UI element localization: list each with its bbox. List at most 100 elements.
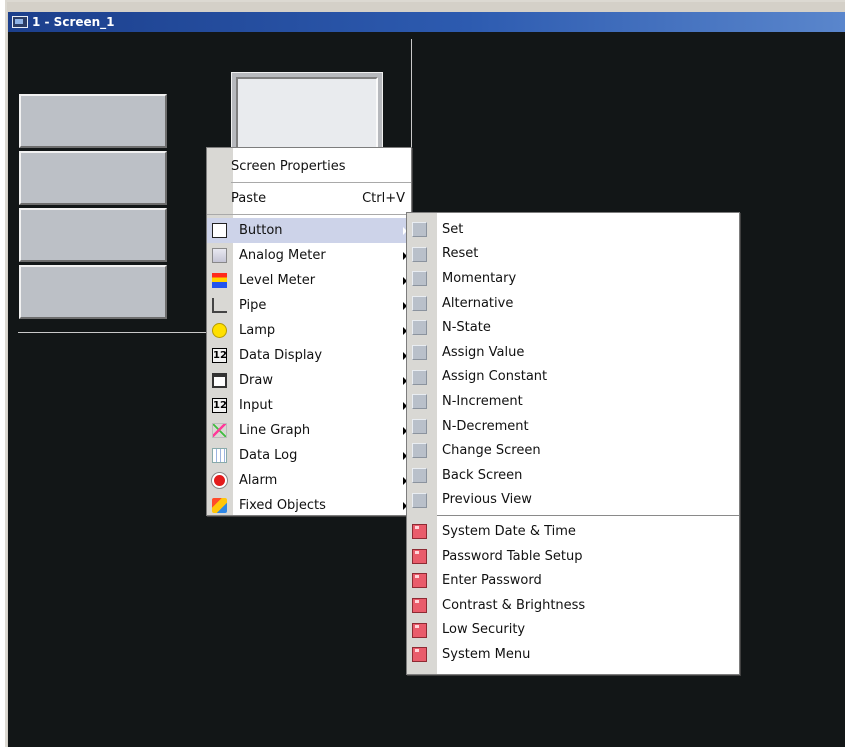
system-button-icon [412, 524, 427, 540]
button-icon [212, 223, 227, 238]
submenu-item-n-state[interactable]: N-State [407, 315, 739, 340]
menu-item-button[interactable]: Button [207, 218, 411, 243]
menu-item-label: Analog Meter [239, 248, 326, 263]
line-graph-icon [212, 423, 227, 438]
menu-item-data-display[interactable]: 12 Data Display [207, 343, 411, 368]
lamp-icon [212, 323, 227, 338]
button-object-icon [412, 418, 427, 434]
menu-item-label: Alternative [442, 295, 514, 311]
menu-item-label: Set [442, 221, 464, 237]
menu-item-label: Assign Constant [442, 369, 548, 385]
menu-item-label: Line Graph [239, 423, 311, 438]
submenu-item-low-security[interactable]: Low Security [407, 618, 739, 643]
submenu-item-n-increment[interactable]: N-Increment [407, 389, 739, 414]
menu-item-label: Change Screen [442, 443, 541, 459]
pipe-icon [212, 298, 227, 313]
system-button-icon [412, 573, 427, 589]
menu-item-draw[interactable]: Draw [207, 368, 411, 393]
menu-item-label: Lamp [239, 323, 276, 338]
menu-item-lamp[interactable]: Lamp [207, 318, 411, 343]
menu-item-label: System Date & Time [442, 523, 576, 539]
draw-icon [212, 373, 227, 388]
menu-item-level-meter[interactable]: Level Meter [207, 268, 411, 293]
menu-item-input[interactable]: 12 Input [207, 393, 411, 418]
level-meter-icon [212, 273, 227, 288]
alarm-icon [212, 473, 227, 488]
submenu-item-n-decrement[interactable]: N-Decrement [407, 414, 739, 439]
menu-item-label: N-Increment [442, 393, 523, 409]
menu-item-shortcut: Ctrl+V [362, 191, 405, 206]
menu-item-label: Data Display [239, 348, 323, 363]
menu-item-paste[interactable]: Paste Ctrl+V [207, 186, 411, 211]
submenu-item-password-table-setup[interactable]: Password Table Setup [407, 544, 739, 569]
submenu-item-system-date-time[interactable]: System Date & Time [407, 519, 739, 544]
submenu-item-momentary[interactable]: Momentary [407, 266, 739, 291]
screen-window-icon [12, 16, 28, 28]
submenu-item-enter-password[interactable]: Enter Password [407, 568, 739, 593]
submenu-item-back-screen[interactable]: Back Screen [407, 463, 739, 488]
menu-item-label: Paste [231, 191, 267, 206]
system-button-icon [412, 622, 427, 638]
data-log-icon [212, 448, 227, 463]
screen-button-object[interactable] [19, 151, 167, 205]
menu-item-label: Low Security [442, 622, 526, 638]
selection-guide-horizontal [18, 332, 208, 333]
screen-title: 1 - Screen_1 [32, 15, 115, 29]
system-button-icon [412, 597, 427, 613]
menu-item-label: Momentary [442, 270, 517, 286]
menu-item-label: N-State [442, 320, 491, 336]
submenu-item-contrast-brightness[interactable]: Contrast & Brightness [407, 593, 739, 618]
menu-item-pipe[interactable]: Pipe [207, 293, 411, 318]
menu-item-label: Pipe [239, 298, 267, 313]
menu-item-analog-meter[interactable]: Analog Meter [207, 243, 411, 268]
button-object-icon [412, 369, 427, 385]
button-object-icon [412, 222, 427, 237]
submenu-item-alternative[interactable]: Alternative [407, 291, 739, 316]
system-button-icon [412, 647, 427, 663]
screen-button-object[interactable] [19, 265, 167, 319]
system-button-icon [412, 548, 427, 564]
menu-item-label: System Menu [442, 646, 531, 662]
button-object-icon [412, 443, 427, 459]
button-submenu: Set Reset Momentary Alternative N-State … [406, 212, 740, 675]
screen-lamp-face [236, 77, 378, 149]
menu-item-label: Screen Properties [231, 159, 346, 174]
menu-item-label: Reset [442, 246, 479, 262]
button-object-icon [412, 467, 427, 483]
menu-item-label: Previous View [442, 492, 532, 508]
button-object-icon [412, 295, 427, 311]
input-icon: 12 [212, 398, 227, 413]
screen-button-object[interactable] [19, 94, 167, 148]
button-object-icon [412, 492, 427, 508]
screen-titlebar[interactable]: 1 - Screen_1 [8, 12, 845, 32]
screen-lamp-object[interactable] [231, 72, 383, 154]
menu-item-label: Contrast & Brightness [442, 597, 586, 613]
menu-item-label: Enter Password [442, 573, 542, 589]
menu-separator [231, 182, 411, 183]
button-object-icon [412, 320, 427, 336]
button-object-icon [412, 246, 427, 262]
submenu-item-change-screen[interactable]: Change Screen [407, 438, 739, 463]
menu-item-label: Data Log [239, 448, 298, 463]
menu-item-alarm[interactable]: Alarm [207, 468, 411, 493]
submenu-item-reset[interactable]: Reset [407, 242, 739, 267]
submenu-item-previous-view[interactable]: Previous View [407, 488, 739, 513]
screen-button-object[interactable] [19, 208, 167, 262]
menu-item-line-graph[interactable]: Line Graph [207, 418, 411, 443]
submenu-item-set[interactable]: Set [407, 217, 739, 242]
menu-item-fixed-objects[interactable]: Fixed Objects [207, 493, 411, 518]
submenu-item-assign-constant[interactable]: Assign Constant [407, 365, 739, 390]
menu-separator [207, 214, 411, 215]
menu-item-label: Level Meter [239, 273, 316, 288]
menu-item-label: Back Screen [442, 467, 523, 483]
button-object-icon [412, 394, 427, 410]
data-display-icon: 12 [212, 348, 227, 363]
menu-item-label: Draw [239, 373, 273, 388]
submenu-item-system-menu[interactable]: System Menu [407, 642, 739, 667]
menu-separator [437, 515, 739, 517]
submenu-item-assign-value[interactable]: Assign Value [407, 340, 739, 365]
context-menu: Screen Properties Paste Ctrl+V Button An… [206, 147, 412, 516]
menu-item-label: Fixed Objects [239, 498, 326, 513]
menu-item-screen-properties[interactable]: Screen Properties [207, 154, 411, 179]
menu-item-data-log[interactable]: Data Log [207, 443, 411, 468]
